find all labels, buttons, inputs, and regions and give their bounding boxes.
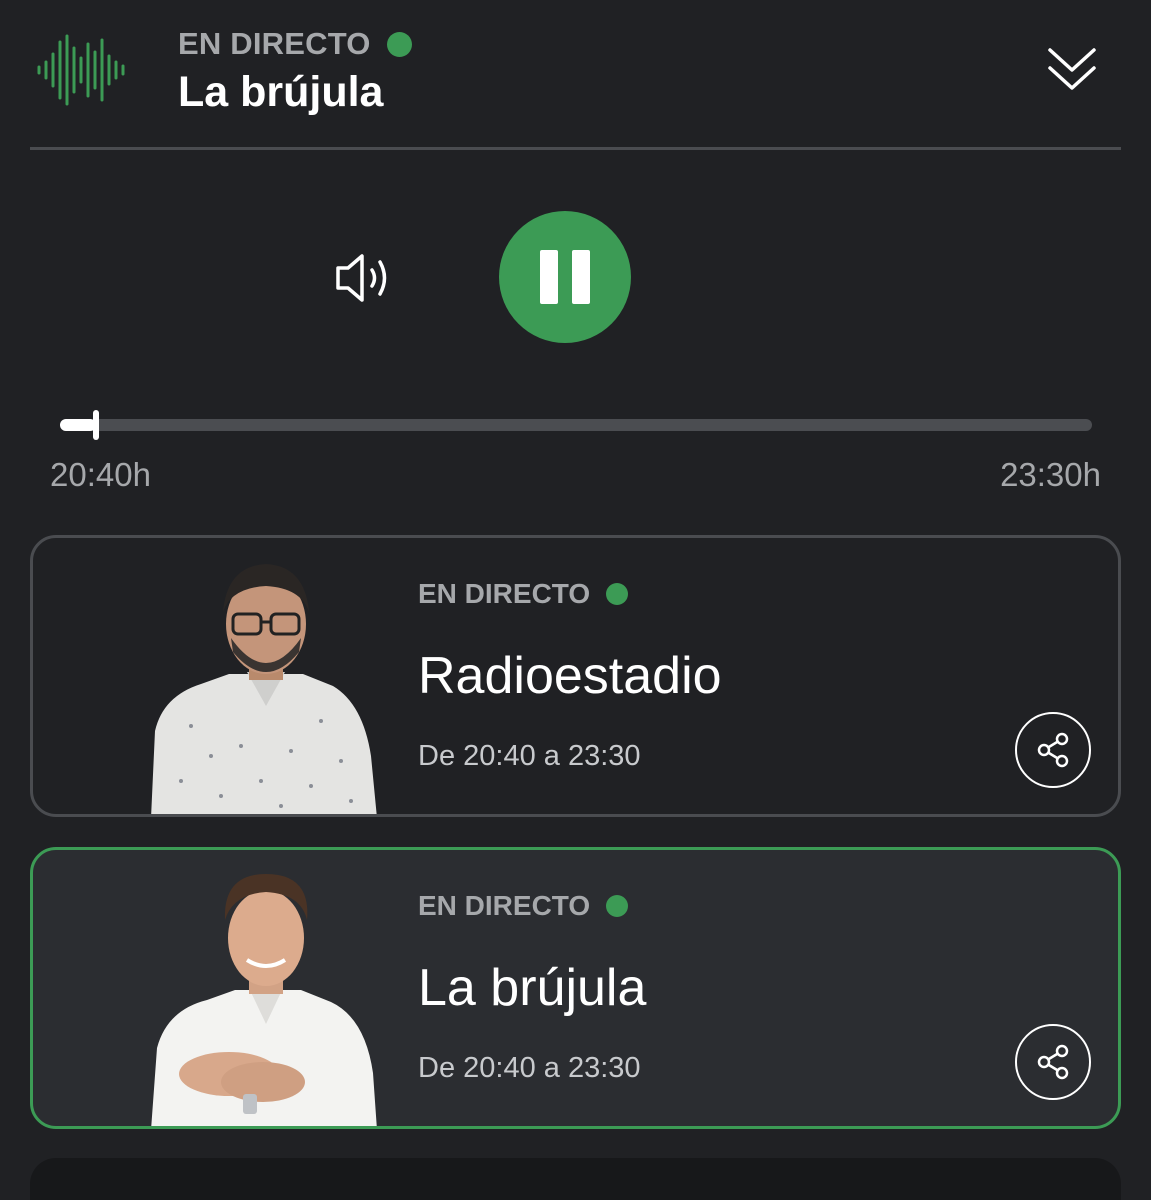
double-chevron-down-icon[interactable]	[1042, 44, 1102, 98]
now-playing-title: La brújula	[178, 68, 384, 116]
progress-slider[interactable]	[60, 410, 1092, 440]
live-label: EN DIRECTO	[178, 26, 371, 61]
live-dot	[606, 895, 629, 917]
program-schedule: De 20:40 a 23:30	[418, 1052, 641, 1084]
program-title: La brújula	[418, 959, 647, 1017]
progress-fill	[60, 419, 96, 431]
presenter-photo	[151, 564, 377, 814]
live-label: EN DIRECTO	[418, 578, 591, 609]
program-start-time: 20:40h	[50, 456, 151, 493]
share-icon	[1037, 732, 1069, 768]
pause-icon	[540, 250, 558, 304]
program-card[interactable]	[30, 1158, 1121, 1200]
share-button[interactable]	[1015, 1024, 1091, 1100]
program-schedule: De 20:40 a 23:30	[418, 740, 641, 772]
share-button[interactable]	[1015, 712, 1091, 788]
live-indicator: EN DIRECTO	[418, 890, 629, 922]
progress-thumb[interactable]	[93, 410, 99, 440]
share-icon	[1037, 1044, 1069, 1080]
program-end-time: 23:30h	[1000, 456, 1101, 493]
presenter-photo	[151, 874, 377, 1126]
pause-icon	[572, 250, 590, 304]
header-divider	[30, 147, 1121, 150]
live-indicator: EN DIRECTO	[178, 26, 412, 62]
live-label: EN DIRECTO	[418, 890, 591, 921]
program-card[interactable]: EN DIRECTO Radioestadio De 20:40 a 23:30	[30, 535, 1121, 817]
sound-wave-icon	[37, 34, 125, 106]
live-dot	[606, 583, 629, 605]
program-card-active[interactable]: EN DIRECTO La brújula De 20:40 a 23:30	[30, 847, 1121, 1129]
pause-button[interactable]	[499, 211, 631, 343]
now-playing-header: EN DIRECTO La brújula	[0, 0, 1151, 150]
speaker-volume-icon[interactable]	[330, 248, 396, 308]
radio-player-screen: EN DIRECTO La brújula 20:40h 23:30h EN D…	[0, 0, 1151, 1200]
live-indicator: EN DIRECTO	[418, 578, 629, 610]
live-dot	[386, 31, 412, 57]
program-title: Radioestadio	[418, 647, 722, 705]
